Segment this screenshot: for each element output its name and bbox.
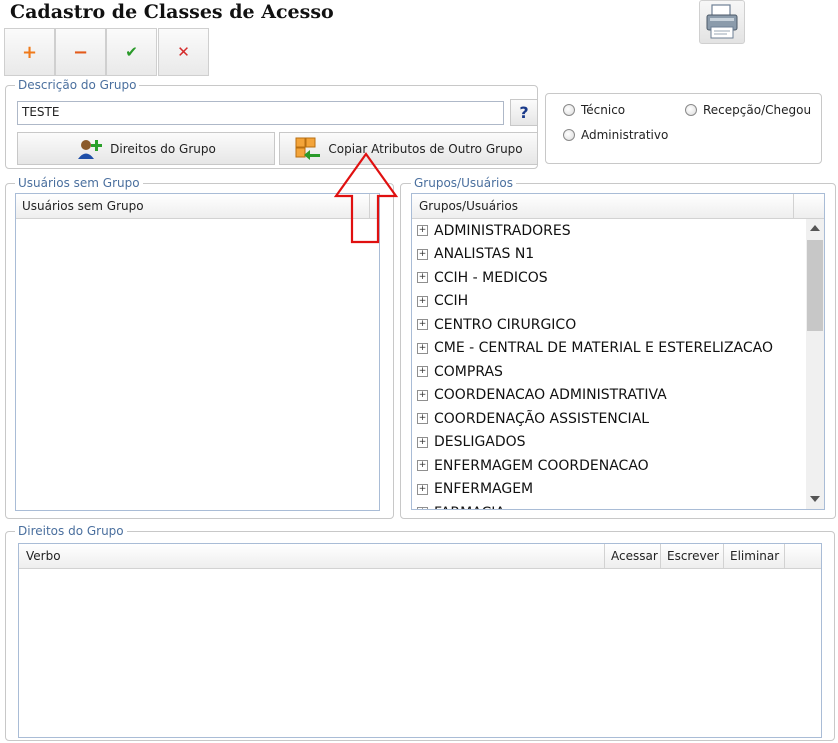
tree-item[interactable]: + ANALISTAS N1 <box>412 243 806 267</box>
tree-item-label: CME - CENTRAL DE MATERIAL E ESTERELIZACA… <box>434 340 773 357</box>
tree-item-label: CCIH - MEDICOS <box>434 269 548 286</box>
printer-icon <box>706 4 738 39</box>
plus-icon: + <box>21 41 38 63</box>
tree-item[interactable]: + ENFERMAGEM <box>412 478 806 502</box>
usuarios-sem-grupo-column[interactable]: Usuários sem Grupo <box>22 199 144 213</box>
tree-item[interactable]: + DESLIGADOS <box>412 431 806 455</box>
expand-icon[interactable]: + <box>417 272 428 284</box>
cancel-button[interactable]: ✕ <box>158 28 209 76</box>
tree-rows: + ADMINISTRADORES + ANALISTAS N1 + CCIH - MED… <box>412 219 806 509</box>
expand-icon[interactable]: + <box>417 319 428 331</box>
tree-item-label: CCIH <box>434 293 469 310</box>
tree-item[interactable]: + FARMACIA <box>412 501 806 509</box>
close-icon: ✕ <box>177 43 190 61</box>
grupos-usuarios-tree[interactable]: Grupos/Usuários + ADMINISTRADORES + ANALIST… <box>411 193 825 510</box>
annotation-arrow-icon <box>333 152 399 244</box>
expand-icon[interactable]: + <box>417 295 428 307</box>
radio-administrativo-label: Administrativo <box>581 128 669 142</box>
direitos-header: Verbo Acessar Escrever Eliminar <box>19 544 821 569</box>
direitos-grupo-legend: Direitos do Grupo <box>15 524 127 538</box>
tree-item[interactable]: + COORDENACAO ADMINISTRATIVA <box>412 384 806 408</box>
help-button[interactable]: ? <box>510 99 538 126</box>
tree-item[interactable]: + CCIH - MEDICOS <box>412 266 806 290</box>
expand-icon[interactable]: + <box>417 248 428 260</box>
grupos-usuarios-header: Grupos/Usuários <box>412 194 824 219</box>
expand-icon[interactable]: + <box>417 366 428 378</box>
tree-item[interactable]: + CME - CENTRAL DE MATERIAL E ESTERELIZAC… <box>412 337 806 361</box>
expand-icon[interactable]: + <box>417 225 428 237</box>
direitos-grupo-label: Direitos do Grupo <box>110 141 216 156</box>
column-divider <box>604 544 605 568</box>
radio-tecnico-label: Técnico <box>581 103 626 117</box>
vertical-scrollbar[interactable] <box>806 219 824 509</box>
column-divider <box>793 194 794 218</box>
col-verbo[interactable]: Verbo <box>26 549 61 563</box>
tree-item-label: ADMINISTRADORES <box>434 222 571 239</box>
usuarios-sem-grupo-header: Usuários sem Grupo <box>16 194 379 219</box>
tree-item-label: ENFERMAGEM COORDENACAO <box>434 457 649 474</box>
scroll-up-icon[interactable] <box>810 225 820 231</box>
tree-item[interactable]: + COMPRAS <box>412 360 806 384</box>
radio-tecnico[interactable] <box>563 104 575 116</box>
direitos-grupo-button[interactable]: Direitos do Grupo <box>17 132 275 165</box>
tree-item-label: DESLIGADOS <box>434 434 526 451</box>
copiar-atributos-button[interactable]: Copiar Atributos de Outro Grupo <box>279 132 538 165</box>
grupos-usuarios-legend: Grupos/Usuários <box>411 176 516 190</box>
column-divider <box>723 544 724 568</box>
tree-item-label: COORDENACAO ADMINISTRATIVA <box>434 387 667 404</box>
tree-item-label: ANALISTAS N1 <box>434 246 535 263</box>
tree-item[interactable]: + CCIH <box>412 290 806 314</box>
user-add-icon <box>78 139 103 159</box>
tree-item[interactable]: + COORDENAÇÃO ASSISTENCIAL <box>412 407 806 431</box>
descricao-legend: Descrição do Grupo <box>15 78 140 92</box>
expand-icon[interactable]: + <box>417 342 428 354</box>
tree-item-label: CENTRO CIRURGICO <box>434 316 577 333</box>
col-acessar[interactable]: Acessar <box>611 549 658 563</box>
expand-icon[interactable]: + <box>417 389 428 401</box>
col-escrever[interactable]: Escrever <box>667 549 719 563</box>
radio-administrativo[interactable] <box>563 129 575 141</box>
confirm-button[interactable]: ✔ <box>106 28 157 76</box>
tree-item-label: COORDENAÇÃO ASSISTENCIAL <box>434 410 650 427</box>
usuarios-sem-grupo-legend: Usuários sem Grupo <box>15 176 143 190</box>
direitos-grid[interactable]: Verbo Acessar Escrever Eliminar <box>18 543 822 738</box>
tree-item-label: ENFERMAGEM <box>434 481 534 498</box>
radio-recepcao[interactable] <box>685 104 697 116</box>
column-divider <box>784 544 785 568</box>
tree-item-label: FARMACIA <box>434 505 505 509</box>
expand-icon[interactable]: + <box>417 436 428 448</box>
tree-item[interactable]: + ADMINISTRADORES <box>412 219 806 243</box>
usuarios-sem-grupo-grid[interactable]: Usuários sem Grupo <box>15 193 380 511</box>
expand-icon[interactable]: + <box>417 460 428 472</box>
tree-item[interactable]: + ENFERMAGEM COORDENACAO <box>412 454 806 478</box>
page-title: Cadastro de Classes de Acesso <box>10 1 334 23</box>
radio-recepcao-label: Recepção/Chegou <box>703 103 812 117</box>
remove-button[interactable]: − <box>55 28 106 76</box>
scrollbar-thumb[interactable] <box>807 240 823 331</box>
grupos-usuarios-column[interactable]: Grupos/Usuários <box>419 199 518 213</box>
minus-icon: − <box>72 41 89 63</box>
print-button[interactable] <box>699 0 745 44</box>
tree-item[interactable]: + CENTRO CIRURGICO <box>412 313 806 337</box>
scroll-down-icon[interactable] <box>810 496 820 502</box>
col-eliminar[interactable]: Eliminar <box>730 549 779 563</box>
expand-icon[interactable]: + <box>417 507 428 509</box>
expand-icon[interactable]: + <box>417 413 428 425</box>
group-description-input[interactable]: TESTE <box>17 101 504 125</box>
add-button[interactable]: + <box>4 28 55 76</box>
expand-icon[interactable]: + <box>417 483 428 495</box>
column-divider <box>660 544 661 568</box>
tree-item-label: COMPRAS <box>434 363 503 380</box>
copy-attributes-icon <box>295 137 321 160</box>
question-icon: ? <box>519 103 529 122</box>
check-icon: ✔ <box>125 43 138 61</box>
